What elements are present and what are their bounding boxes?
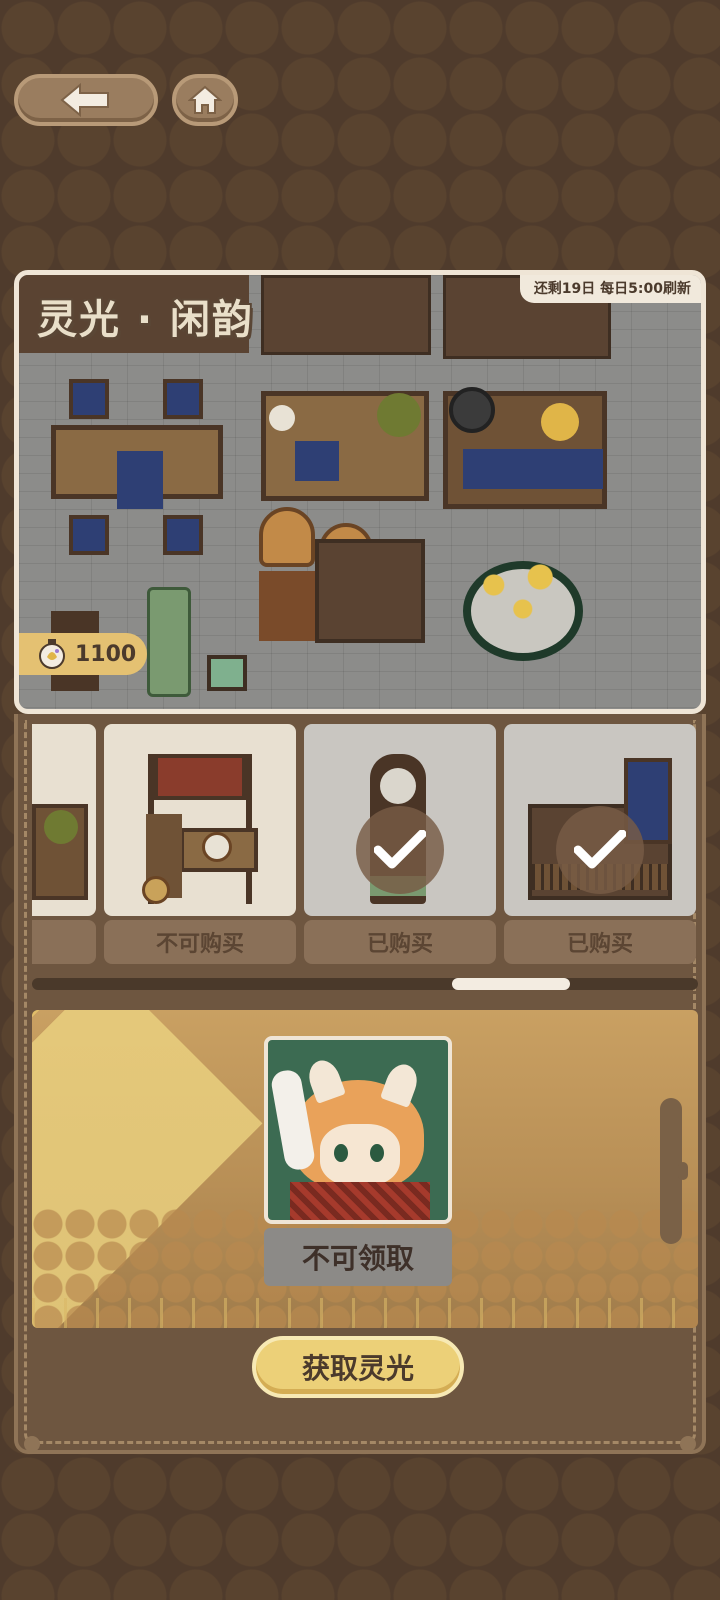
bench xyxy=(147,587,191,697)
arrow-left-icon xyxy=(60,83,109,117)
item-image xyxy=(504,724,696,916)
currency-display: 1100 xyxy=(19,633,147,675)
banner-title: 灵光 · 闲韵 xyxy=(37,297,255,343)
portrait-eye xyxy=(370,1144,384,1162)
blue-cloth xyxy=(295,441,339,481)
item-carousel[interactable]: 买 不可购买 已购 xyxy=(32,724,698,964)
dish xyxy=(269,405,295,431)
stool xyxy=(163,515,203,555)
table-cloth xyxy=(117,451,163,509)
reward-side-slider[interactable] xyxy=(660,1098,688,1244)
awning xyxy=(154,754,246,800)
portrait-scarf xyxy=(290,1182,430,1220)
reward-box: 不可领取 xyxy=(32,1010,698,1328)
item-image xyxy=(32,724,96,916)
item-status-label: 买 xyxy=(32,920,96,964)
corner-decoration xyxy=(680,1436,696,1452)
item-status-label: 不可购买 xyxy=(104,920,296,964)
stool xyxy=(69,515,109,555)
stool xyxy=(163,379,203,419)
item-status-label: 已购买 xyxy=(504,920,696,964)
shop-panel: 买 不可购买 已购 xyxy=(14,714,706,1454)
home-icon xyxy=(188,85,222,114)
blue-cloth xyxy=(463,449,603,489)
item-card[interactable]: 不可购买 xyxy=(104,724,296,964)
item-card[interactable]: 已购买 xyxy=(504,724,696,964)
pot xyxy=(449,387,495,433)
small-stool xyxy=(207,655,247,691)
basket xyxy=(142,876,170,904)
steamer-stand xyxy=(259,571,315,641)
back-button[interactable] xyxy=(14,74,158,126)
counter xyxy=(315,539,425,643)
flowers xyxy=(459,553,575,633)
character-portrait[interactable] xyxy=(264,1036,452,1224)
currency-amount: 1100 xyxy=(75,641,137,667)
scroll-thumb[interactable] xyxy=(452,978,570,990)
claim-status-button[interactable]: 不可领取 xyxy=(264,1228,452,1286)
checkmark-icon xyxy=(374,830,426,869)
steamer xyxy=(259,507,315,567)
get-lingguang-button[interactable]: 获取灵光 xyxy=(252,1336,464,1398)
dish xyxy=(377,393,421,437)
dish xyxy=(44,810,78,844)
purchased-check xyxy=(556,806,644,894)
dish xyxy=(541,403,579,441)
checkmark-icon xyxy=(574,830,626,869)
home-button[interactable] xyxy=(172,74,238,126)
purchased-check xyxy=(356,806,444,894)
carousel-scrollbar[interactable] xyxy=(32,978,698,990)
item-card[interactable]: 买 xyxy=(32,724,96,964)
stool xyxy=(69,379,109,419)
corner-decoration xyxy=(24,1436,40,1452)
portrait-eye xyxy=(334,1144,348,1162)
refresh-countdown: 还剩19日 每日5:00刷新 xyxy=(519,275,701,303)
dish xyxy=(202,832,232,862)
teapot xyxy=(380,768,416,804)
shop-banner: 灵光 · 闲韵 还剩19日 每日5:00刷新 1100 xyxy=(14,270,706,714)
item-image xyxy=(104,724,296,916)
lantern-icon xyxy=(39,639,65,669)
decorative-sparkles xyxy=(32,1298,698,1328)
cabinet-top-middle xyxy=(261,275,431,355)
item-image xyxy=(304,724,496,916)
portrait-face xyxy=(320,1124,400,1186)
item-card[interactable]: 已购买 xyxy=(304,724,496,964)
item-status-label: 已购买 xyxy=(304,920,496,964)
